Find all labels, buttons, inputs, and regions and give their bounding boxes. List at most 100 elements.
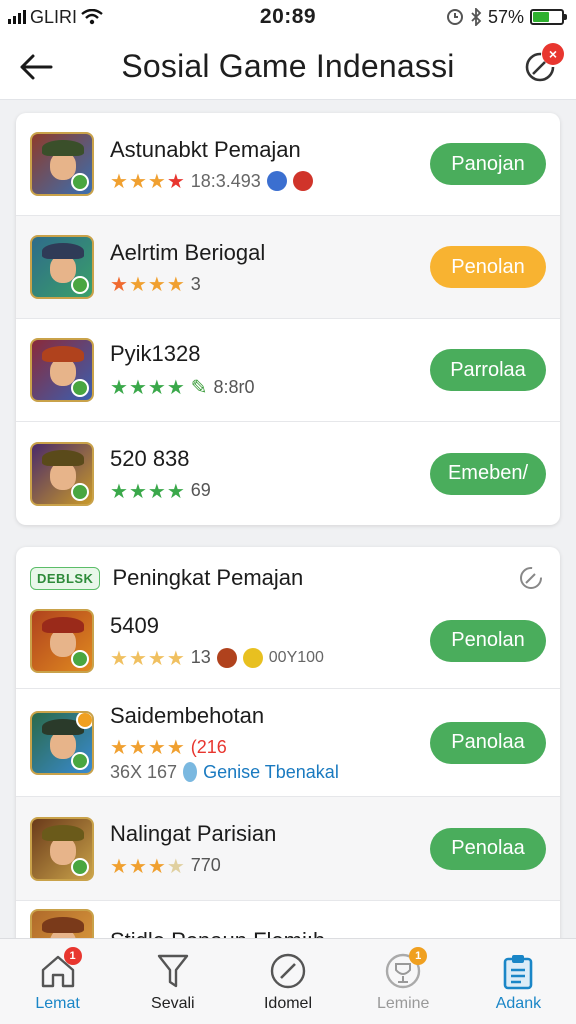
list-item[interactable]: 5409 ★ ★ ★ ★ 13 00Y100 Penolan xyxy=(16,593,560,689)
refresh-icon xyxy=(520,567,542,589)
nav-label: Adank xyxy=(495,994,542,1012)
level-icon xyxy=(71,857,89,876)
player-avatar xyxy=(30,132,94,196)
content-area: Astunabkt Pemajan ★ ★ ★ ★ 18:3.493 Panojan Aelr… xyxy=(0,101,576,938)
section-title: Peningkat Pemajan xyxy=(112,565,304,590)
rating-value: (216 xyxy=(190,736,227,757)
list-item[interactable]: 520 838 ★ ★ ★ ★ 69 Emeben/ xyxy=(16,422,560,525)
player-name: Nalingat Parisian xyxy=(110,821,277,846)
section-refresh-button[interactable] xyxy=(516,563,546,593)
nav-label: Idomel xyxy=(263,994,313,1012)
status-bar: GLIRI 20:89 57% xyxy=(0,0,576,34)
player-name: Saidembehotan xyxy=(110,702,265,728)
follow-button[interactable]: Penolan xyxy=(430,246,546,288)
list-item[interactable]: Pyik1328 ★ ★ ★ ★ ✎ 8:8r0 Parrolaa xyxy=(16,319,560,422)
star-icon: ★ xyxy=(166,169,185,193)
rating-stars: ★ ★ ★ ★ xyxy=(110,481,185,501)
follow-button[interactable]: Parrolaa xyxy=(430,349,546,391)
level-icon xyxy=(71,173,89,191)
star-icon: ★ xyxy=(147,853,166,878)
nav-item-adank[interactable]: Adank xyxy=(461,939,576,1024)
player-name: Pyik1328 xyxy=(110,341,201,366)
player-info: Aelrtim Beriogal ★ ★ ★ ★ 3 xyxy=(110,240,430,295)
star-icon: ★ xyxy=(166,375,185,399)
list-item[interactable]: Astunabkt Pemajan ★ ★ ★ ★ 18:3.493 Panojan xyxy=(16,113,560,216)
wifi-icon xyxy=(81,9,103,25)
avatar-hat xyxy=(42,243,84,259)
refresh-button[interactable]: × xyxy=(518,42,564,89)
section-header: DEBLSK Peningkat Pemajan xyxy=(16,547,560,593)
funnel-icon xyxy=(153,951,193,991)
star-icon: ★ xyxy=(110,375,128,399)
nav-item-sevali[interactable]: Sevali xyxy=(115,939,230,1024)
player-score: 00Y100 xyxy=(268,648,324,666)
player-avatar xyxy=(30,338,94,402)
star-icon: ★ xyxy=(147,272,166,296)
alarm-icon xyxy=(446,9,463,25)
star-icon: ★ xyxy=(128,735,147,759)
back-button[interactable] xyxy=(14,45,58,89)
new-badge xyxy=(76,712,92,729)
avatar-hat xyxy=(42,917,84,933)
player-info: 520 838 ★ ★ ★ ★ 69 xyxy=(110,446,430,501)
battery-percent: 57% xyxy=(487,6,524,27)
player-meta-extra: 36X 167 Genise Tbenakal xyxy=(110,762,430,783)
player-info: 5409 ★ ★ ★ ★ 13 00Y100 xyxy=(110,613,430,668)
nav-item-idomel[interactable]: Idomel xyxy=(230,939,345,1024)
notification-badge: × xyxy=(542,42,564,65)
star-icon: ★ xyxy=(110,478,128,503)
star-icon: ★ xyxy=(147,645,166,670)
list-item[interactable]: Saidembehotan ★ ★ ★ ★ (216 36X 167 Genise Tbena… xyxy=(16,689,560,797)
bottom-nav: 1 Lemat Sevali Idomel 1 Lemine Adank xyxy=(0,938,576,1024)
list-item[interactable]: Aelrtim Beriogal ★ ★ ★ ★ 3 Penolan xyxy=(16,216,560,319)
player-meta: ★ ★ ★ ★ ✎ 8:8r0 xyxy=(110,375,430,399)
avatar-hat xyxy=(42,616,84,633)
follow-button[interactable]: Emeben/ xyxy=(430,452,546,495)
follow-button[interactable]: Panojan xyxy=(430,143,546,185)
nav-item-lemine[interactable]: 1 Lemine xyxy=(346,939,461,1024)
player-name: Aelrtim Beriogal xyxy=(110,239,266,265)
rating-stars: ★ ★ ★ ★ xyxy=(110,856,185,876)
edit-icon xyxy=(268,951,308,991)
level-icon xyxy=(71,379,89,397)
nav-item-lemat[interactable]: 1 Lemat xyxy=(0,939,115,1024)
guild-name: Genise Tbenakal xyxy=(203,761,339,782)
list-item[interactable]: Nalingat Parisian ★ ★ ★ ★ 770 Penolaa xyxy=(16,797,560,901)
level-icon xyxy=(71,482,89,501)
player-meta: ★ ★ ★ ★ (216 xyxy=(110,737,430,758)
star-icon: ★ xyxy=(166,478,185,503)
star-icon: ★ xyxy=(147,735,166,759)
star-icon: ★ xyxy=(128,272,147,296)
avatar-hat xyxy=(42,449,84,466)
player-meta: ★ ★ ★ ★ 3 xyxy=(110,274,430,295)
rating-stars: ★ ★ ★ ★ xyxy=(110,377,185,397)
follow-button[interactable]: Penolan xyxy=(430,619,546,662)
rating-value: 13 xyxy=(190,647,211,667)
badge-icon xyxy=(242,647,263,668)
player-meta: ★ ★ ★ ★ 69 xyxy=(110,480,430,501)
star-icon: ★ xyxy=(128,478,147,503)
list-item[interactable]: Stidle Penaun Flemi:h xyxy=(16,901,560,938)
bluetooth-icon xyxy=(471,8,482,26)
badge-icon xyxy=(266,171,287,191)
player-avatar xyxy=(30,710,94,775)
battery-icon xyxy=(530,9,567,25)
star-icon: ★ xyxy=(110,272,128,296)
follow-button[interactable]: Panolaa xyxy=(430,721,546,764)
player-name: 520 838 xyxy=(110,446,190,471)
section-tag: DEBLSK xyxy=(30,566,101,590)
carrier-label: GLIRI xyxy=(30,6,78,27)
star-icon: ★ xyxy=(128,375,147,399)
clipboard-icon xyxy=(498,951,538,991)
level-icon xyxy=(71,649,89,668)
star-icon: ★ xyxy=(128,169,147,193)
player-avatar xyxy=(30,608,94,673)
star-icon: ★ xyxy=(166,853,185,878)
star-icon: ★ xyxy=(147,375,166,399)
star-icon: ★ xyxy=(128,645,147,670)
nav-badge: 1 xyxy=(409,946,428,965)
home-icon: 1 xyxy=(38,946,82,991)
follow-button[interactable]: Penolaa xyxy=(430,827,546,870)
rating-value: 3 xyxy=(190,273,201,294)
star-icon: ★ xyxy=(110,169,128,193)
